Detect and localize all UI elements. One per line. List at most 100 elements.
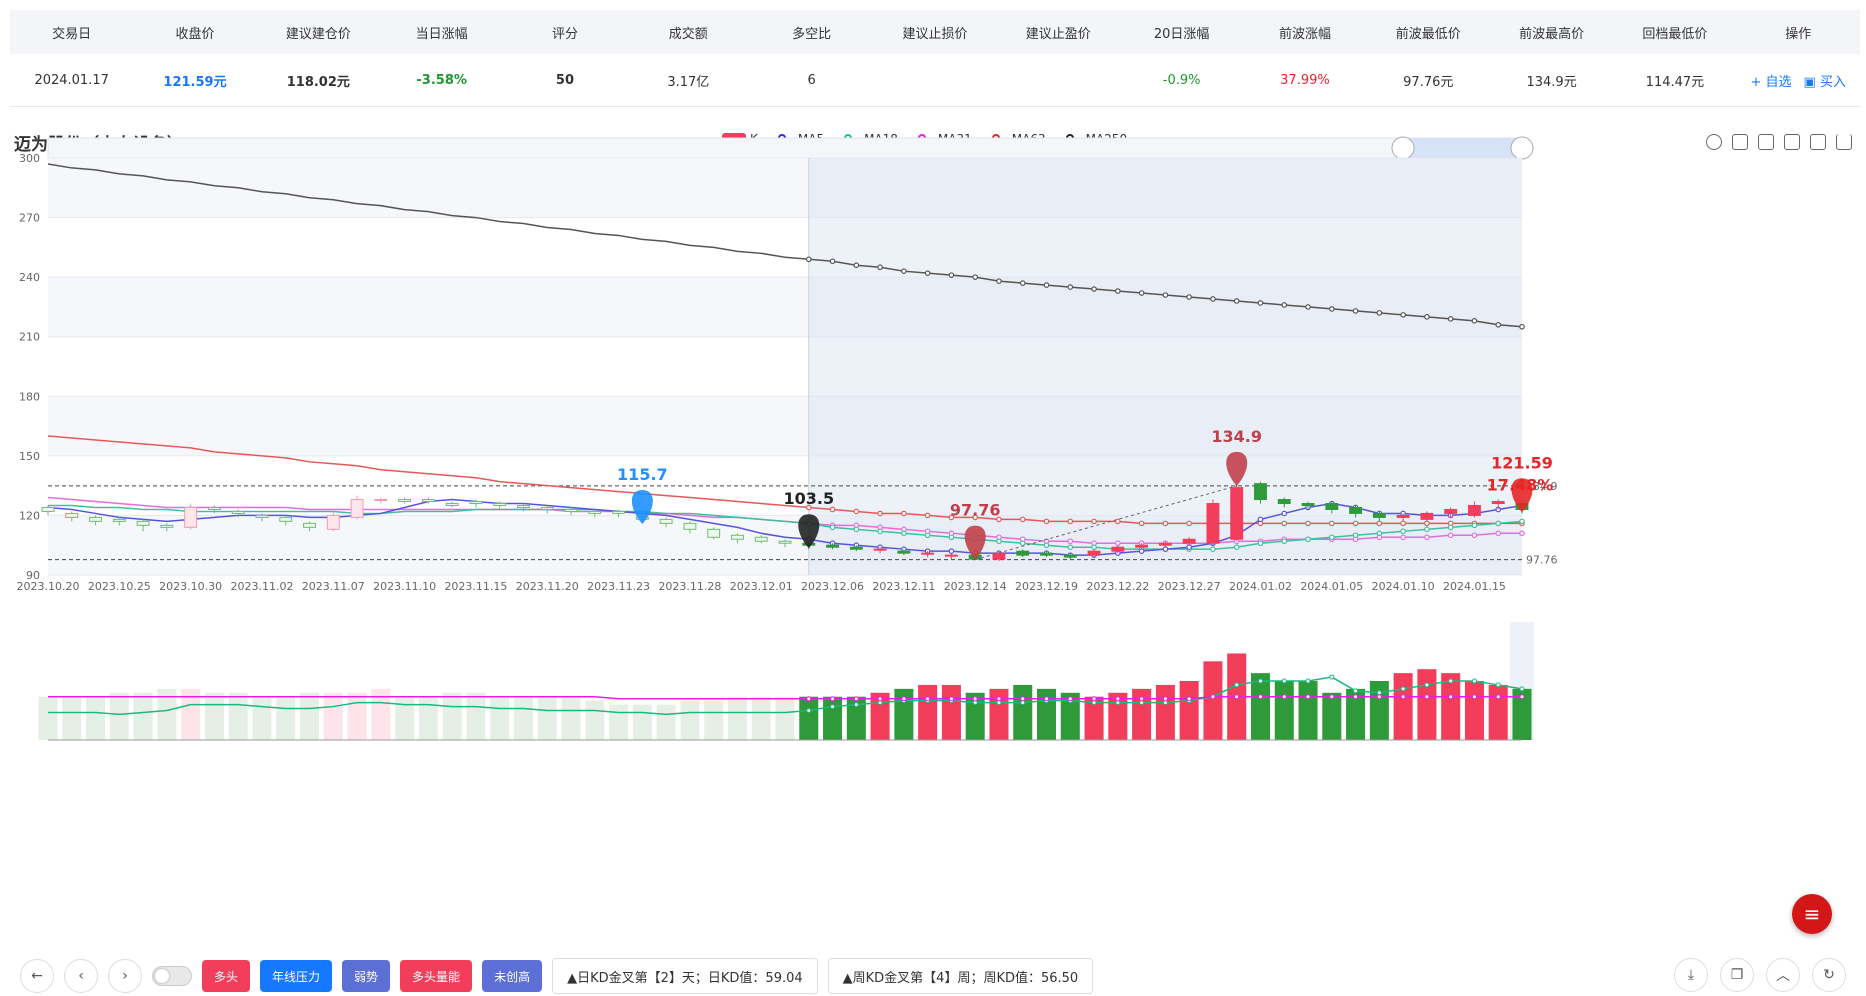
y-tick-label: 240 bbox=[19, 271, 40, 284]
scroll-up-icon[interactable]: ︿ bbox=[1766, 958, 1800, 992]
ma5-point bbox=[1138, 548, 1145, 554]
x-tick-label: 2023.11.10 bbox=[373, 580, 436, 593]
candle-body bbox=[1087, 550, 1101, 556]
candle-body bbox=[1016, 550, 1030, 556]
chart-canvas[interactable]: 901201501802102402703002023.10.20 2023.10… bbox=[0, 0, 1866, 900]
candle-body bbox=[207, 506, 221, 510]
volume-ma-point bbox=[1495, 694, 1501, 700]
ma18-point bbox=[1019, 540, 1026, 547]
volume-ma-point bbox=[1471, 694, 1477, 700]
candle-body bbox=[279, 516, 293, 522]
zoom-handle-left bbox=[1391, 136, 1415, 160]
ma18-point bbox=[1210, 546, 1216, 552]
ma31-point bbox=[1495, 530, 1502, 537]
menu-icon: ≡ bbox=[1803, 902, 1821, 926]
ma250-point bbox=[1138, 290, 1145, 296]
volume-bar bbox=[38, 696, 58, 740]
mode-toggle[interactable] bbox=[152, 966, 192, 986]
menu-fab[interactable]: ≡ bbox=[1792, 894, 1832, 934]
volume-bar bbox=[204, 692, 224, 740]
price-marker-label: 121.59 bbox=[1491, 453, 1553, 472]
status-tag[interactable]: 弱势 bbox=[342, 960, 391, 992]
volume-ma-point bbox=[1329, 694, 1335, 700]
volume-bar bbox=[1179, 681, 1199, 740]
reference-line-label: 97.76 bbox=[1526, 554, 1558, 567]
ma63-point bbox=[1376, 520, 1383, 527]
volume-ma-point bbox=[1376, 694, 1382, 700]
volume-bar bbox=[775, 696, 795, 740]
status-tag[interactable]: 年线压力 bbox=[260, 960, 333, 992]
volume-ma-point bbox=[1020, 696, 1026, 702]
volume-ma-point bbox=[853, 702, 859, 708]
y-tick-label: 270 bbox=[19, 212, 40, 225]
daily-kd-note: ▲日KD金叉第【2】天；日KD值：59.04 bbox=[552, 958, 818, 994]
candle-body bbox=[1040, 552, 1053, 556]
candle-body bbox=[231, 510, 245, 514]
ma250-point bbox=[948, 272, 955, 278]
ma18-point bbox=[1281, 538, 1288, 545]
copy-icon[interactable]: ❐ bbox=[1720, 958, 1754, 992]
ma63-point bbox=[1305, 520, 1311, 527]
volume-bar bbox=[466, 692, 486, 740]
price-marker-label: 103.5 bbox=[783, 489, 834, 508]
last-change-label: 17.48% bbox=[1487, 475, 1554, 494]
candle-body bbox=[136, 520, 150, 526]
ma250-point bbox=[1019, 280, 1026, 286]
candle-body bbox=[659, 518, 673, 524]
volume-ma-point bbox=[1376, 690, 1382, 696]
candle-body bbox=[731, 534, 744, 540]
volume-ma-point bbox=[1115, 696, 1121, 702]
ma18-point bbox=[1352, 532, 1359, 539]
volume-ma-point bbox=[1067, 696, 1073, 702]
prev-icon[interactable]: ‹ bbox=[64, 959, 98, 993]
candle-body bbox=[1420, 512, 1434, 520]
back-icon[interactable]: ← bbox=[20, 959, 54, 993]
volume-ma-point bbox=[830, 696, 836, 702]
ma31-point bbox=[1519, 530, 1525, 537]
volume-ma-point bbox=[1281, 678, 1287, 684]
ma250-point bbox=[829, 258, 836, 265]
volume-ma-point bbox=[1424, 682, 1430, 688]
volume-bar bbox=[323, 692, 343, 740]
download-icon[interactable]: ⤓ bbox=[1674, 958, 1708, 992]
volume-ma-point bbox=[1210, 694, 1216, 700]
candle-body bbox=[469, 501, 483, 505]
candle-body bbox=[1182, 538, 1196, 544]
ma18-point bbox=[924, 532, 931, 539]
ma5-point bbox=[1162, 546, 1169, 552]
volume-bar bbox=[561, 696, 581, 740]
ma250-point bbox=[924, 270, 931, 276]
volume-bar bbox=[1274, 681, 1294, 740]
status-tag[interactable]: 多头 bbox=[202, 960, 251, 992]
volume-bar bbox=[823, 696, 843, 740]
ma18-point bbox=[1043, 542, 1050, 549]
volume-ma-point bbox=[1044, 696, 1050, 702]
x-tick-label: 2024.01.02 bbox=[1229, 580, 1292, 593]
status-tag[interactable]: 未创高 bbox=[482, 960, 543, 992]
volume-ma-point bbox=[853, 696, 859, 702]
ma31-point bbox=[1067, 538, 1074, 545]
status-tag[interactable]: 多头量能 bbox=[400, 960, 473, 992]
ma250-point bbox=[1400, 312, 1406, 318]
x-tick-label: 2023.10.20 bbox=[17, 580, 80, 593]
ma250-point bbox=[972, 274, 978, 280]
ma18-point bbox=[1233, 544, 1240, 551]
x-tick-label: 2023.12.11 bbox=[872, 580, 935, 593]
volume-bar bbox=[252, 696, 272, 740]
ma250-point bbox=[1067, 284, 1074, 290]
ma18-point bbox=[853, 526, 860, 533]
x-tick-label: 2023.12.14 bbox=[944, 580, 1007, 593]
volume-ma-point bbox=[1495, 682, 1501, 688]
candle-body bbox=[873, 548, 887, 551]
ma63-point bbox=[1400, 520, 1406, 527]
volume-bar bbox=[656, 704, 676, 740]
candle-body bbox=[1444, 508, 1458, 514]
x-tick-label: 2024.01.15 bbox=[1443, 580, 1506, 593]
candle-body bbox=[1158, 542, 1172, 546]
refresh-icon[interactable]: ↻ bbox=[1812, 958, 1846, 992]
volume-ma-point bbox=[1162, 696, 1168, 702]
candle-body bbox=[350, 499, 364, 518]
ma63-point bbox=[1186, 520, 1192, 527]
volume-bar bbox=[1417, 669, 1437, 740]
next-icon[interactable]: › bbox=[108, 959, 142, 993]
